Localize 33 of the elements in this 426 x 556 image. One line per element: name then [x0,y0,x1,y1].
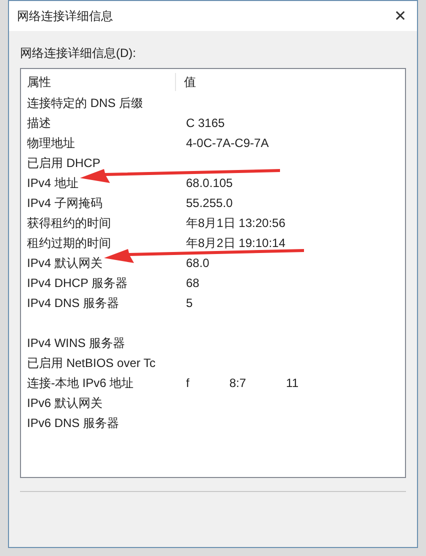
value-cell-text: 年8月2日 19:10:14 [186,235,286,252]
column-header[interactable]: 属性 [21,73,176,91]
value-cell-text: 8:7 [229,375,246,392]
property-cell: IPv6 DNS 服务器 [27,416,120,430]
property-cell: IPv6 默认网关 [27,396,102,410]
close-button[interactable]: ✕ [394,8,407,24]
window-title: 网络连接详细信息 [17,8,113,25]
property-cell: 连接特定的 DNS 后缀 [27,96,144,110]
value-cell-text: 5 [186,295,193,312]
value-cell-text: 68 [186,275,200,292]
property-cell: 物理地址 [27,136,75,150]
property-cell: IPv4 WINS 服务器 [27,336,126,350]
value-cell-text: f [186,375,190,392]
property-cell: 连接-本地 IPv6 地址 [27,376,134,390]
value-cell-text: 11 [286,375,298,392]
value-cell-text: 4-0C-7A-C9-7A [186,135,269,152]
property-cell: IPv4 地址 [27,176,78,190]
property-cell: 描述 [27,116,51,130]
value-cell-text: 55.255.0 [186,195,233,212]
property-cell: IPv4 默认网关 [27,256,102,270]
property-cell: IPv4 DNS 服务器 [27,296,120,310]
column-header[interactable]: 值 [176,73,196,91]
value-cell-text: C 3165 [186,115,225,132]
value-cell-text: 68.0 [186,255,210,272]
property-cell: IPv4 子网掩码 [27,196,102,210]
property-cell: 已启用 NetBIOS over Tc [27,356,156,370]
value-cell-text: 68.0.105 [186,175,233,192]
property-cell: IPv4 DHCP 服务器 [27,276,128,290]
property-cell: 获得租约的时间 [27,216,111,230]
property-cell: 租约过期的时间 [27,236,111,250]
list-label: 网络连接详细信息(D): [20,45,137,62]
value-cell-text: 年8月1日 13:20:56 [186,215,286,232]
property-cell: 已启用 DHCP [27,156,100,170]
